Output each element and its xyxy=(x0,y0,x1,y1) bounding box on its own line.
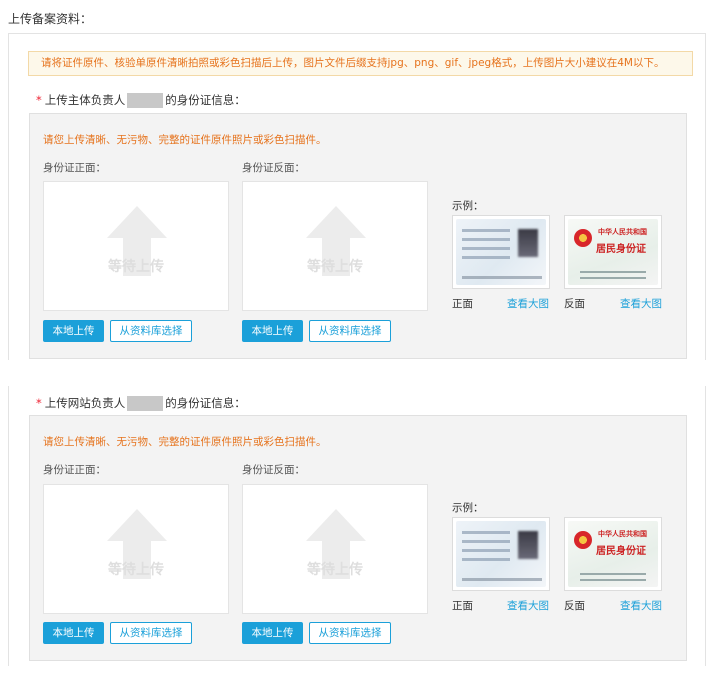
blurred-photo xyxy=(518,229,538,257)
sample-id-back[interactable]: 中华人民共和国 居民身份证 xyxy=(564,517,662,591)
required-mark: * xyxy=(36,93,42,107)
section-title-prefix: 上传网站负责人 xyxy=(44,396,126,410)
back-side-label: 反面 xyxy=(564,600,585,612)
id-back-upload-area[interactable]: 等待上传 xyxy=(242,181,428,311)
sample-id-front[interactable] xyxy=(452,517,550,591)
id-front-label: 身份证正面： xyxy=(43,464,106,476)
section-title-prefix: 上传主体负责人 xyxy=(44,93,126,107)
card-country: 中华人民共和国 xyxy=(598,228,647,236)
national-emblem-icon xyxy=(574,229,592,247)
upload-panel-website: * 上传网站负责人 的身份证信息： 请您上传清晰、无污物、完整的证件原件照片或彩… xyxy=(8,386,706,666)
back-side-label: 反面 xyxy=(564,298,585,310)
card-title: 居民身份证 xyxy=(596,244,646,255)
upload-panel-principal: 请将证件原件、核验单原件清晰拍照或彩色扫描后上传，图片文件后缀支持jpg、png… xyxy=(8,33,706,360)
back-library-select-button[interactable]: 从资料库选择 xyxy=(309,622,391,644)
section-title-suffix: 的身份证信息： xyxy=(165,93,246,107)
upload-hint: 请您上传清晰、无污物、完整的证件原件照片或彩色扫描件。 xyxy=(43,436,327,448)
id-front-label: 身份证正面： xyxy=(43,162,106,174)
upload-placeholder: 等待上传 xyxy=(108,562,164,578)
upload-hint: 请您上传清晰、无污物、完整的证件原件照片或彩色扫描件。 xyxy=(43,134,327,146)
view-large-back-link[interactable]: 查看大图 xyxy=(620,598,662,613)
view-large-front-link[interactable]: 查看大图 xyxy=(507,296,549,311)
sample-id-front[interactable] xyxy=(452,215,550,289)
id-back-upload-area[interactable]: 等待上传 xyxy=(242,484,428,614)
required-mark: * xyxy=(36,396,42,410)
example-label: 示例： xyxy=(452,502,484,514)
masked-name xyxy=(127,395,164,411)
upload-notice: 请将证件原件、核验单原件清晰拍照或彩色扫描后上传，图片文件后缀支持jpg、png… xyxy=(28,51,693,76)
front-side-label: 正面 xyxy=(452,298,473,310)
page-title: 上传备案资料： xyxy=(8,12,93,26)
national-emblem-icon xyxy=(574,531,592,549)
card-country: 中华人民共和国 xyxy=(598,530,647,538)
front-side-label: 正面 xyxy=(452,600,473,612)
front-library-select-button[interactable]: 从资料库选择 xyxy=(110,622,192,644)
id-front-upload-area[interactable]: 等待上传 xyxy=(43,484,229,614)
upload-placeholder: 等待上传 xyxy=(108,259,164,275)
id-front-upload-area[interactable]: 等待上传 xyxy=(43,181,229,311)
upload-placeholder: 等待上传 xyxy=(307,562,363,578)
front-local-upload-button[interactable]: 本地上传 xyxy=(43,320,104,342)
front-library-select-button[interactable]: 从资料库选择 xyxy=(110,320,192,342)
upload-placeholder: 等待上传 xyxy=(307,259,363,275)
view-large-back-link[interactable]: 查看大图 xyxy=(620,296,662,311)
section-title-principal: * 上传主体负责人 的身份证信息： xyxy=(36,92,246,108)
front-local-upload-button[interactable]: 本地上传 xyxy=(43,622,104,644)
upload-box-principal: 请您上传清晰、无污物、完整的证件原件照片或彩色扫描件。 身份证正面： 身份证反面… xyxy=(29,113,687,359)
upload-box-website: 请您上传清晰、无污物、完整的证件原件照片或彩色扫描件。 身份证正面： 身份证反面… xyxy=(29,415,687,661)
back-library-select-button[interactable]: 从资料库选择 xyxy=(309,320,391,342)
sample-id-back[interactable]: 中华人民共和国 居民身份证 xyxy=(564,215,662,289)
id-back-label: 身份证反面： xyxy=(242,464,305,476)
view-large-front-link[interactable]: 查看大图 xyxy=(507,598,549,613)
back-local-upload-button[interactable]: 本地上传 xyxy=(242,622,303,644)
masked-name xyxy=(127,92,164,108)
section-title-website: * 上传网站负责人 的身份证信息： xyxy=(36,395,246,411)
id-back-label: 身份证反面： xyxy=(242,162,305,174)
card-title: 居民身份证 xyxy=(596,546,646,557)
section-title-suffix: 的身份证信息： xyxy=(165,396,246,410)
example-label: 示例： xyxy=(452,200,484,212)
back-local-upload-button[interactable]: 本地上传 xyxy=(242,320,303,342)
blurred-photo xyxy=(518,531,538,559)
